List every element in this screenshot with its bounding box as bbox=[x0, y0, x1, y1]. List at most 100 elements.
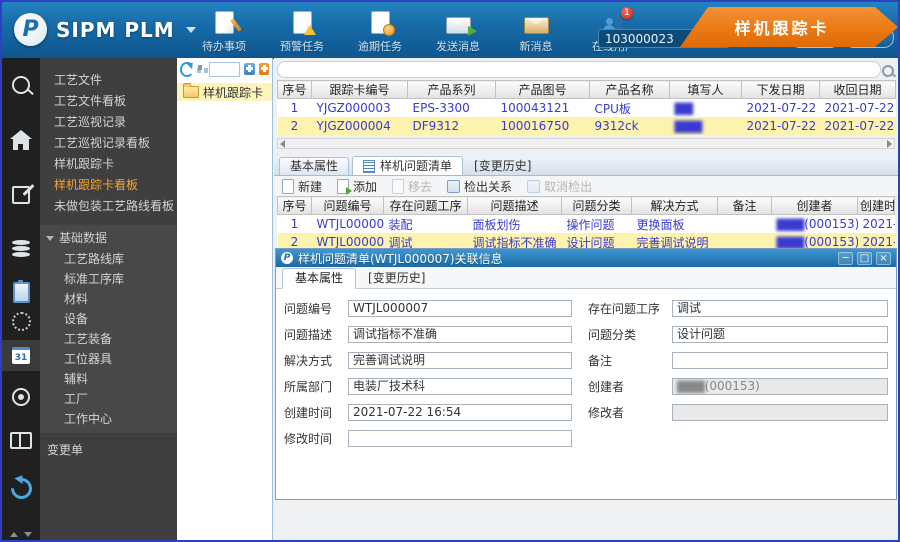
cancel-checkout-button[interactable]: 取消检出 bbox=[527, 178, 592, 195]
tree-add-button[interactable] bbox=[259, 63, 269, 75]
col-header[interactable]: 问题分类 bbox=[562, 197, 632, 215]
table-row[interactable]: 1 WTJL000006 装配 面板划伤 操作问题 更换面板 ▇▇▇(00015… bbox=[278, 215, 895, 234]
book-icon[interactable] bbox=[2, 432, 40, 449]
edit-icon[interactable] bbox=[2, 186, 40, 204]
sidebar-item[interactable]: 工艺文件看板 bbox=[40, 91, 177, 112]
sidebar-subitem[interactable]: 工艺装备 bbox=[40, 329, 177, 349]
sidebar-item[interactable]: 工艺文件 bbox=[40, 70, 177, 91]
overdue-task-icon bbox=[371, 10, 390, 34]
close-icon[interactable]: × bbox=[876, 252, 891, 265]
table-row-selected[interactable]: 2 YJGZ000004 DF9312 100016750 9312ck ▇▇▇… bbox=[278, 117, 896, 135]
category-field[interactable]: 设计问题 bbox=[672, 326, 888, 343]
dialog-tab-history[interactable]: [变更历史] bbox=[362, 269, 431, 288]
org-tree-icon[interactable] bbox=[198, 65, 202, 70]
database-icon[interactable] bbox=[2, 240, 40, 257]
sidebar-item[interactable]: 工艺巡视记录 bbox=[40, 112, 177, 133]
tree-filter-input[interactable] bbox=[209, 62, 240, 77]
checkout-relation-button[interactable]: 检出关系 bbox=[447, 178, 512, 195]
search-icon[interactable] bbox=[882, 65, 894, 77]
desc-field[interactable]: 调试指标不准确 bbox=[348, 326, 572, 343]
process-field[interactable]: 调试 bbox=[672, 300, 888, 317]
remove-button[interactable]: 移去 bbox=[392, 178, 432, 195]
app-logo-menu[interactable]: P SIPM PLM bbox=[14, 13, 196, 46]
target-icon[interactable] bbox=[2, 388, 40, 406]
sidebar-item-change-order[interactable]: 变更单 bbox=[40, 438, 177, 461]
col-header[interactable]: 问题编号 bbox=[312, 197, 384, 215]
tree-node-selected[interactable]: 样机跟踪卡 bbox=[177, 83, 272, 101]
calendar-icon[interactable] bbox=[2, 340, 40, 371]
nav-todo[interactable]: 待办事项 bbox=[194, 10, 254, 54]
sidebar-item[interactable]: 样机跟踪卡 bbox=[40, 154, 177, 175]
nav-overdue-tasks[interactable]: 逾期任务 bbox=[350, 10, 410, 54]
clipboard-icon[interactable] bbox=[2, 282, 40, 303]
col-header[interactable]: 解决方式 bbox=[632, 197, 718, 215]
col-header[interactable]: 下发日期 bbox=[742, 81, 820, 99]
rail-scroll-arrows[interactable] bbox=[2, 532, 40, 537]
sidebar-subitem[interactable]: 工艺路线库 bbox=[40, 249, 177, 269]
horizontal-scrollbar[interactable] bbox=[277, 138, 895, 149]
add-button[interactable]: 添加 bbox=[337, 178, 377, 195]
sipm-logo-icon: P bbox=[281, 252, 293, 264]
field-label: 问题编号 bbox=[284, 300, 348, 317]
dialog-title: 样机问题清单(WTJL000007)关联信息 bbox=[298, 250, 833, 267]
sidebar-subitem[interactable]: 标准工序库 bbox=[40, 269, 177, 289]
field-label: 问题分类 bbox=[588, 326, 672, 343]
sidebar-item[interactable]: 未做包装工艺路线看板 bbox=[40, 196, 177, 217]
nav-warning-tasks[interactable]: 预警任务 bbox=[272, 10, 332, 54]
chevron-down-icon bbox=[24, 532, 32, 537]
maximize-icon[interactable]: □ bbox=[857, 252, 872, 265]
tree-toolbar bbox=[177, 58, 272, 80]
sidebar-item[interactable]: 样机跟踪卡看板 bbox=[40, 175, 177, 196]
table-row[interactable]: 1 YJGZ000003 EPS-3300 100043121 CPU板 ▇▇ … bbox=[278, 99, 896, 118]
scroll-right-icon[interactable] bbox=[887, 140, 892, 148]
col-header[interactable]: 备注 bbox=[718, 197, 772, 215]
department-field[interactable]: 电装厂技术科 bbox=[348, 378, 572, 395]
spinner-icon[interactable] bbox=[2, 312, 40, 331]
refresh-icon[interactable] bbox=[180, 62, 194, 77]
col-header[interactable]: 产品图号 bbox=[496, 81, 590, 99]
tab-basic-props[interactable]: 基本属性 bbox=[279, 157, 349, 175]
col-header[interactable]: 序号 bbox=[278, 81, 312, 99]
sidebar-subitem[interactable]: 材料 bbox=[40, 289, 177, 309]
col-header[interactable]: 产品系列 bbox=[408, 81, 496, 99]
add-doc-icon bbox=[337, 179, 349, 194]
tab-change-history[interactable]: [变更历史] bbox=[466, 157, 539, 175]
sidebar-subitem[interactable]: 工作中心 bbox=[40, 409, 177, 429]
col-header[interactable]: 收回日期 bbox=[820, 81, 896, 99]
col-header[interactable]: 跟踪卡编号 bbox=[312, 81, 408, 99]
sidebar-subitem[interactable]: 辅料 bbox=[40, 369, 177, 389]
list-search-input[interactable] bbox=[277, 61, 881, 78]
tree-expand-button[interactable] bbox=[244, 63, 254, 75]
sidebar-item[interactable]: 工艺巡视记录看板 bbox=[40, 133, 177, 154]
col-header[interactable]: 产品名称 bbox=[590, 81, 670, 99]
folder-icon bbox=[183, 86, 199, 98]
created-field[interactable]: 2021-07-22 16:54 bbox=[348, 404, 572, 421]
sidebar-group-header[interactable]: 基础数据 bbox=[40, 227, 177, 249]
col-header[interactable]: 序号 bbox=[278, 197, 312, 215]
undo-icon[interactable] bbox=[2, 478, 40, 499]
col-header[interactable]: 存在问题工序 bbox=[384, 197, 468, 215]
nav-new-message[interactable]: 新消息 bbox=[506, 10, 566, 54]
problem-no-field[interactable]: WTJL000007 bbox=[348, 300, 572, 317]
home-icon[interactable] bbox=[2, 130, 40, 150]
sipm-search-icon[interactable] bbox=[2, 76, 40, 94]
sipm-logo-icon: P bbox=[14, 13, 47, 46]
remark-field[interactable] bbox=[672, 352, 888, 369]
nav-send-message[interactable]: 发送消息 bbox=[428, 10, 488, 54]
redacted-name: ▇▇▇ bbox=[677, 379, 705, 393]
solution-field[interactable]: 完善调试说明 bbox=[348, 352, 572, 369]
sidebar-subitem[interactable]: 设备 bbox=[40, 309, 177, 329]
col-header[interactable]: 创建者 bbox=[772, 197, 858, 215]
col-header[interactable]: 填写人 bbox=[670, 81, 742, 99]
new-button[interactable]: 新建 bbox=[282, 178, 322, 195]
dialog-tab-basic[interactable]: 基本属性 bbox=[282, 268, 356, 289]
sidebar-subitem[interactable]: 工厂 bbox=[40, 389, 177, 409]
col-header[interactable]: 创建时间 bbox=[858, 197, 895, 215]
tab-problem-list[interactable]: 样机问题清单 bbox=[352, 156, 463, 175]
minimize-icon[interactable]: ─ bbox=[838, 252, 853, 265]
sidebar-subitem[interactable]: 工位器具 bbox=[40, 349, 177, 369]
modified-field[interactable] bbox=[348, 430, 572, 447]
col-header[interactable]: 问题描述 bbox=[468, 197, 562, 215]
field-label: 问题描述 bbox=[284, 326, 348, 343]
scroll-left-icon[interactable] bbox=[280, 140, 285, 148]
